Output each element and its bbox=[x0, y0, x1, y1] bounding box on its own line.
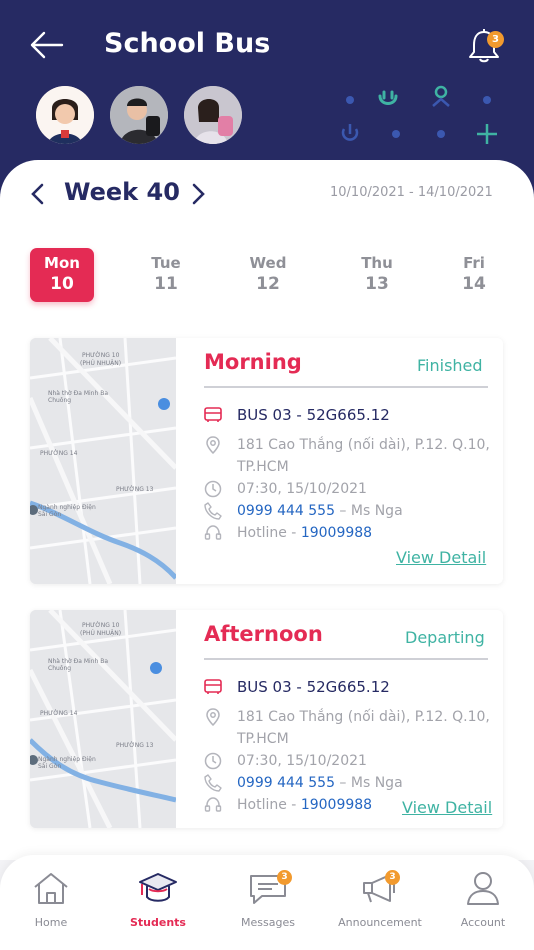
map-label: PHƯỜNG 13 bbox=[116, 742, 154, 749]
day-date: 13 bbox=[365, 274, 389, 294]
map-label: Ngành nghiệp Điện Sài Gòn bbox=[38, 756, 96, 770]
week-date-range: 10/10/2021 - 14/10/2021 bbox=[330, 185, 493, 200]
phone-icon bbox=[204, 774, 222, 792]
phone-icon bbox=[204, 502, 222, 520]
bus-icon bbox=[204, 679, 222, 694]
map-label: Nhà thờ Đa Minh Ba Chuông bbox=[48, 658, 108, 672]
day-name: Wed bbox=[249, 254, 287, 272]
nav-badge: 3 bbox=[385, 870, 400, 885]
route-map[interactable]: PHƯỜNG 10 (PHÚ NHUẬN) Nhà thờ Đa Minh Ba… bbox=[30, 610, 176, 828]
trip-status: Finished bbox=[417, 356, 483, 375]
bus-number: BUS 03 - 52G665.12 bbox=[237, 678, 390, 696]
student-avatar-3[interactable] bbox=[184, 86, 242, 144]
day-name: Tue bbox=[151, 254, 181, 272]
student-avatar-1[interactable] bbox=[36, 86, 94, 144]
nav-announcement[interactable]: 3 Announcement bbox=[330, 868, 430, 940]
trip-card-afternoon[interactable]: PHƯỜNG 10 (PHÚ NHUẬN) Nhà thờ Đa Minh Ba… bbox=[30, 610, 503, 828]
map-label: (PHÚ NHUẬN) bbox=[80, 630, 122, 637]
address-line-2: TP.HCM bbox=[237, 459, 289, 475]
view-detail-link[interactable]: View Detail bbox=[402, 798, 492, 817]
map-label: PHƯỜNG 14 bbox=[40, 450, 78, 457]
decorative-icons bbox=[341, 85, 497, 144]
clock-icon bbox=[204, 752, 222, 770]
address-line-1: 181 Cao Thắng (nối dài), P.12. Q.10, bbox=[237, 437, 490, 453]
graduation-cap-icon bbox=[139, 873, 177, 902]
map-label: PHƯỜNG 10 bbox=[82, 622, 120, 629]
map-label: PHƯỜNG 13 bbox=[116, 486, 154, 493]
view-detail-link[interactable]: View Detail bbox=[396, 548, 486, 567]
day-date: 11 bbox=[154, 274, 178, 294]
address-line-2: TP.HCM bbox=[237, 731, 289, 747]
location-pin-icon bbox=[206, 708, 220, 726]
driver-name: – Ms Nga bbox=[334, 775, 403, 791]
map-label: PHƯỜNG 14 bbox=[40, 710, 78, 717]
page-title: School Bus bbox=[104, 28, 271, 59]
hotline-link[interactable]: 19009988 bbox=[301, 797, 372, 813]
clock-icon bbox=[204, 480, 222, 498]
nav-home[interactable]: Home bbox=[1, 868, 101, 940]
day-date: 10 bbox=[50, 274, 74, 294]
day-name: Mon bbox=[44, 254, 80, 272]
map-label: (PHÚ NHUẬN) bbox=[80, 360, 122, 367]
phone-link[interactable]: 0999 444 555 bbox=[237, 503, 335, 519]
bus-icon bbox=[204, 407, 222, 422]
map-label: PHƯỜNG 10 bbox=[82, 352, 120, 359]
day-tab-fri[interactable]: Fri 14 bbox=[442, 248, 506, 302]
nav-label: Messages bbox=[241, 916, 295, 929]
hotline-label: Hotline - bbox=[237, 797, 301, 813]
nav-students[interactable]: Students bbox=[108, 868, 208, 940]
bus-number: BUS 03 - 52G665.12 bbox=[237, 406, 390, 424]
home-icon bbox=[34, 873, 68, 904]
hotline-label: Hotline - bbox=[237, 525, 301, 541]
route-map[interactable]: PHƯỜNG 10 (PHÚ NHUẬN) Nhà thờ Đa Minh Ba… bbox=[30, 338, 176, 584]
nav-badge: 3 bbox=[277, 870, 292, 885]
nav-account[interactable]: Account bbox=[433, 868, 533, 940]
headset-icon bbox=[204, 525, 222, 540]
trip-time: 07:30, 15/10/2021 bbox=[237, 753, 367, 769]
trip-status: Departing bbox=[405, 628, 485, 647]
notification-bell[interactable]: 3 bbox=[464, 26, 504, 66]
divider bbox=[204, 658, 488, 660]
day-tab-tue[interactable]: Tue 11 bbox=[134, 248, 198, 302]
next-week-chevron-icon[interactable] bbox=[188, 182, 208, 206]
nav-messages[interactable]: 3 Messages bbox=[218, 868, 318, 940]
day-date: 14 bbox=[462, 274, 486, 294]
trip-time: 07:30, 15/10/2021 bbox=[237, 481, 367, 497]
address-line-1: 181 Cao Thắng (nối dài), P.12. Q.10, bbox=[237, 709, 490, 725]
previous-week-chevron-icon[interactable] bbox=[28, 182, 48, 206]
student-avatar-2[interactable] bbox=[110, 86, 168, 144]
hotline-link[interactable]: 19009988 bbox=[301, 525, 372, 541]
user-icon bbox=[467, 872, 499, 905]
trip-period: Afternoon bbox=[204, 622, 323, 646]
notification-badge: 3 bbox=[487, 31, 504, 48]
map-label: Ngành nghiệp Điện Sài Gòn bbox=[38, 504, 96, 518]
day-date: 12 bbox=[256, 274, 280, 294]
driver-name: – Ms Nga bbox=[334, 503, 403, 519]
day-tab-mon[interactable]: Mon 10 bbox=[30, 248, 94, 302]
trip-card-morning[interactable]: PHƯỜNG 10 (PHÚ NHUẬN) Nhà thờ Đa Minh Ba… bbox=[30, 338, 503, 584]
day-tab-thu[interactable]: Thu 13 bbox=[345, 248, 409, 302]
nav-label: Announcement bbox=[338, 916, 422, 929]
week-label: Week 40 bbox=[64, 178, 180, 206]
nav-label: Home bbox=[34, 916, 68, 929]
map-label: Nhà thờ Đa Minh Ba Chuông bbox=[48, 390, 108, 404]
day-name: Thu bbox=[361, 254, 393, 272]
day-name: Fri bbox=[463, 254, 485, 272]
headset-icon bbox=[204, 797, 222, 812]
divider bbox=[204, 386, 488, 388]
nav-label: Students bbox=[130, 916, 186, 929]
nav-label: Account bbox=[460, 916, 506, 929]
trip-period: Morning bbox=[204, 350, 302, 374]
day-tab-wed[interactable]: Wed 12 bbox=[236, 248, 300, 302]
phone-link[interactable]: 0999 444 555 bbox=[237, 775, 335, 791]
back-arrow-icon[interactable] bbox=[28, 30, 64, 60]
location-pin-icon bbox=[206, 436, 220, 454]
